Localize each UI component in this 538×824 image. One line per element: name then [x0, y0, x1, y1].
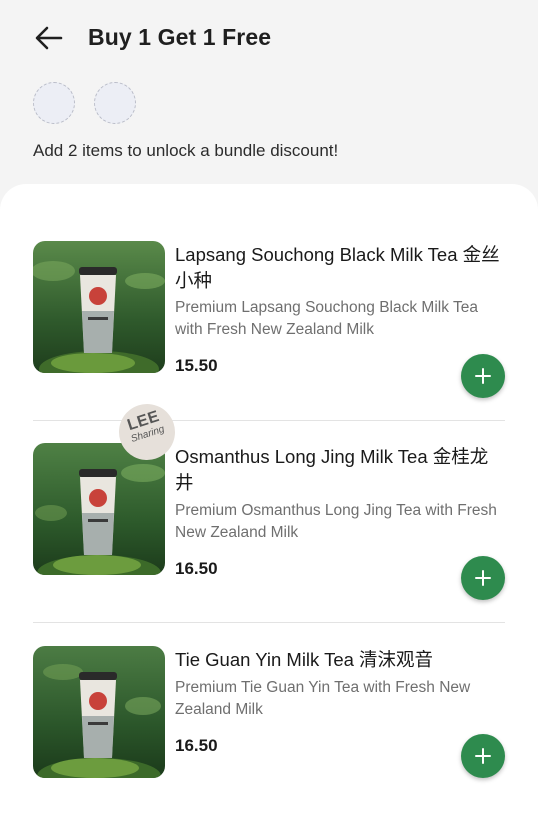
divider: [33, 622, 505, 623]
product-image[interactable]: [33, 443, 165, 575]
product-name[interactable]: Lapsang Souchong Black Milk Tea 金丝小种: [175, 242, 505, 294]
plus-icon: [475, 570, 491, 586]
plus-icon: [475, 368, 491, 384]
product-price: 15.50: [175, 356, 218, 375]
product-description: Premium Tie Guan Yin Tea with Fresh New …: [175, 679, 471, 718]
back-arrow-icon[interactable]: [34, 24, 64, 52]
bundle-slot-empty[interactable]: [94, 82, 136, 124]
add-to-cart-button[interactable]: [461, 354, 505, 398]
product-name[interactable]: Osmanthus Long Jing Milk Tea 金桂龙井: [175, 444, 505, 496]
page-title: Buy 1 Get 1 Free: [88, 24, 272, 50]
product-name[interactable]: Tie Guan Yin Milk Tea 清沫观音: [175, 647, 505, 673]
add-to-cart-button[interactable]: [461, 556, 505, 600]
add-to-cart-button[interactable]: [461, 734, 505, 778]
divider: [33, 420, 505, 421]
bundle-slot-empty[interactable]: [33, 82, 75, 124]
product-description: Premium Osmanthus Long Jing Tea with Fre…: [175, 502, 497, 541]
bundle-hint-text: Add 2 items to unlock a bundle discount!: [33, 141, 339, 160]
product-price: 16.50: [175, 736, 218, 755]
product-description: Premium Lapsang Souchong Black Milk Tea …: [175, 299, 478, 338]
plus-icon: [475, 748, 491, 764]
header: Buy 1 Get 1 Free: [0, 0, 538, 78]
product-price: 16.50: [175, 559, 218, 578]
product-image[interactable]: [33, 241, 165, 373]
product-list: Lapsang Souchong Black Milk Tea 金丝小种 Pre…: [0, 184, 538, 824]
product-image[interactable]: [33, 646, 165, 778]
